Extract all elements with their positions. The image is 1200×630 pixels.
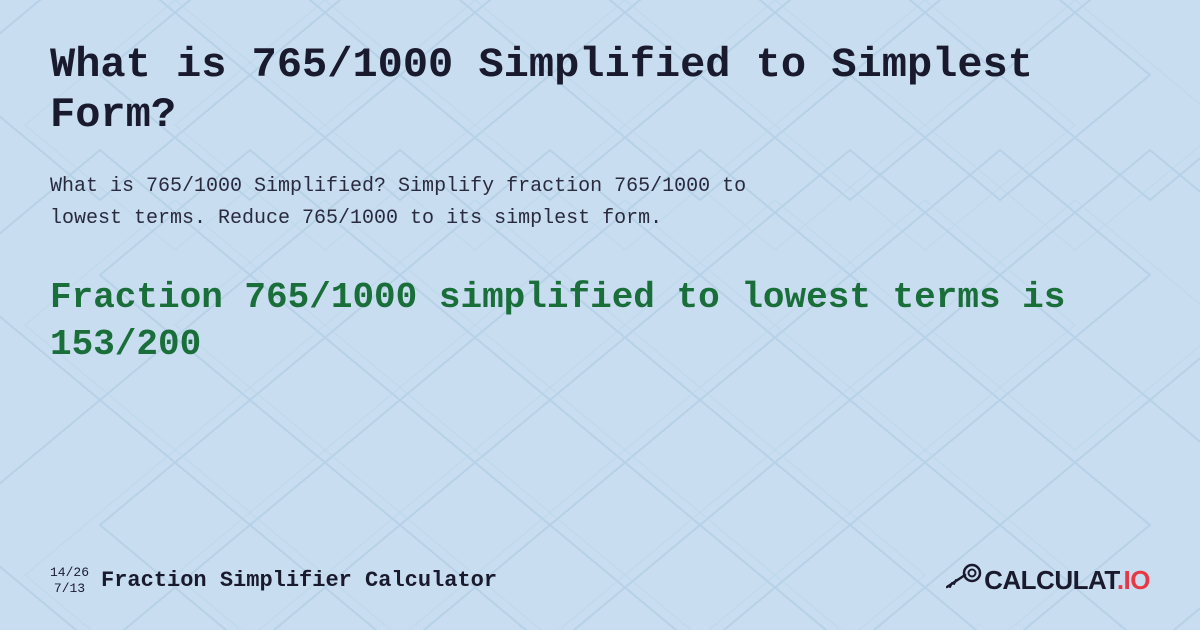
description-line2: lowest terms. Reduce 765/1000 to its sim… [50, 207, 662, 230]
logo-text: CALCULAT.IO [984, 565, 1150, 596]
footer-left: 14/26 7/13 Fraction Simplifier Calculato… [50, 565, 497, 596]
main-content: What is 765/1000 Simplified to Simplest … [50, 40, 1150, 551]
key-icon [946, 561, 982, 600]
result: Fraction 765/1000 simplified to lowest t… [50, 275, 1150, 369]
footer-right: CALCULAT.IO [946, 561, 1150, 600]
result-line2: 153/200 [50, 322, 1150, 369]
page-content: What is 765/1000 Simplified to Simplest … [0, 0, 1200, 630]
footer: 14/26 7/13 Fraction Simplifier Calculato… [50, 551, 1150, 600]
result-line1: Fraction 765/1000 simplified to lowest t… [50, 275, 1150, 322]
logo-name: CALCULAT [984, 565, 1117, 595]
fraction-top: 14/26 [50, 565, 89, 581]
footer-brand: Fraction Simplifier Calculator [101, 568, 497, 593]
logo-tld: .IO [1117, 565, 1150, 595]
calculat-logo: CALCULAT.IO [946, 561, 1150, 600]
page-title: What is 765/1000 Simplified to Simplest … [50, 40, 1150, 141]
footer-fraction: 14/26 7/13 [50, 565, 89, 596]
description: What is 765/1000 Simplified? Simplify fr… [50, 171, 1150, 235]
description-line1: What is 765/1000 Simplified? Simplify fr… [50, 175, 746, 198]
fraction-bottom: 7/13 [54, 581, 85, 597]
